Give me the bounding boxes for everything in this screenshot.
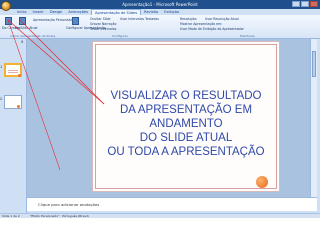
ribbon: Do Começo Do Slide Atual Apresentação Pe… [0, 15, 320, 39]
slide-line: VISUALIZAR O RESULTADO [110, 90, 262, 102]
window-controls [292, 1, 318, 7]
theme-name: "Efeito Escalonado" [30, 214, 60, 218]
from-current-slide-icon[interactable] [19, 17, 26, 25]
slide-thumbnail[interactable] [4, 95, 22, 109]
use-timings-checkbox[interactable]: Usar Intervalos Testados [120, 17, 159, 21]
title-bar: Apresentação1 - Microsoft PowerPoint [0, 0, 320, 9]
rehearse-timings-button[interactable]: Testar Intervalos [90, 27, 116, 31]
scrollbar-thumb[interactable] [312, 51, 316, 77]
slide-number: 2 [0, 97, 3, 101]
group-label-monitors: Monitores [240, 34, 255, 38]
powerpoint-window: Apresentação1 - Microsoft PowerPoint Iní… [0, 0, 320, 218]
thumbnail-orange-dot [18, 74, 21, 77]
slide-line: OU TODA A APRESENTAÇÃO [107, 146, 265, 158]
setup-show-icon[interactable] [72, 17, 79, 25]
office-button[interactable] [1, 1, 11, 11]
close-button[interactable] [310, 1, 318, 7]
thumbnail-orange-dot [17, 105, 20, 108]
maximize-button[interactable] [301, 1, 309, 7]
slide-thumbnail[interactable] [4, 63, 22, 77]
minimize-button[interactable] [292, 1, 300, 7]
notes-placeholder: Clique para adicionar anotações [38, 202, 100, 207]
resolution-label: Resolução: [180, 17, 198, 21]
slide-number: 1 [0, 65, 3, 69]
thumbnail-text-line [8, 70, 18, 71]
presenter-view-checkbox[interactable]: Usar Modo de Exibição do Apresentador [180, 27, 244, 31]
status-bar: Slide 1 de 2 "Efeito Escalonado" Portugu… [0, 213, 320, 218]
slide-title[interactable]: VISUALIZAR O RESULTADO DA APRESENTAÇÃO E… [92, 89, 280, 159]
from-beginning-icon[interactable] [5, 17, 12, 25]
slide[interactable]: VISUALIZAR O RESULTADO DA APRESENTAÇÃO E… [92, 41, 280, 192]
slides-panel: x 1 2 [0, 39, 27, 213]
group-label-config: Configurar [112, 34, 128, 38]
orange-circle-decoration [256, 176, 268, 188]
group-label-start: Iniciar Apresentação de Slides [10, 34, 56, 38]
slide-line: DA APRESENTAÇÃO EM [119, 104, 253, 116]
slide-line: ANDAMENTO [149, 118, 223, 130]
record-narration-button[interactable]: Gravar Narração [90, 22, 116, 26]
close-panel-icon[interactable]: x [21, 39, 23, 44]
resolution-select[interactable]: Usar Resolução Atual [205, 17, 239, 21]
vertical-scrollbar[interactable] [310, 39, 317, 197]
notes-pane[interactable]: Clique para adicionar anotações [27, 197, 317, 211]
thumbnail-text-line [8, 72, 18, 73]
hide-slide-button[interactable]: Ocultar Slide [90, 17, 110, 21]
slide-line: DO SLIDE ATUAL [139, 132, 233, 144]
window-title: Apresentação1 - Microsoft PowerPoint [122, 2, 198, 7]
slide-info: Slide 1 de 2 [2, 214, 20, 218]
from-current-slide-button[interactable]: Do Slide Atual [15, 26, 37, 30]
language[interactable]: Português (Brasil) [62, 214, 89, 218]
show-on-label: Mostrar Apresentação em: [180, 22, 223, 26]
